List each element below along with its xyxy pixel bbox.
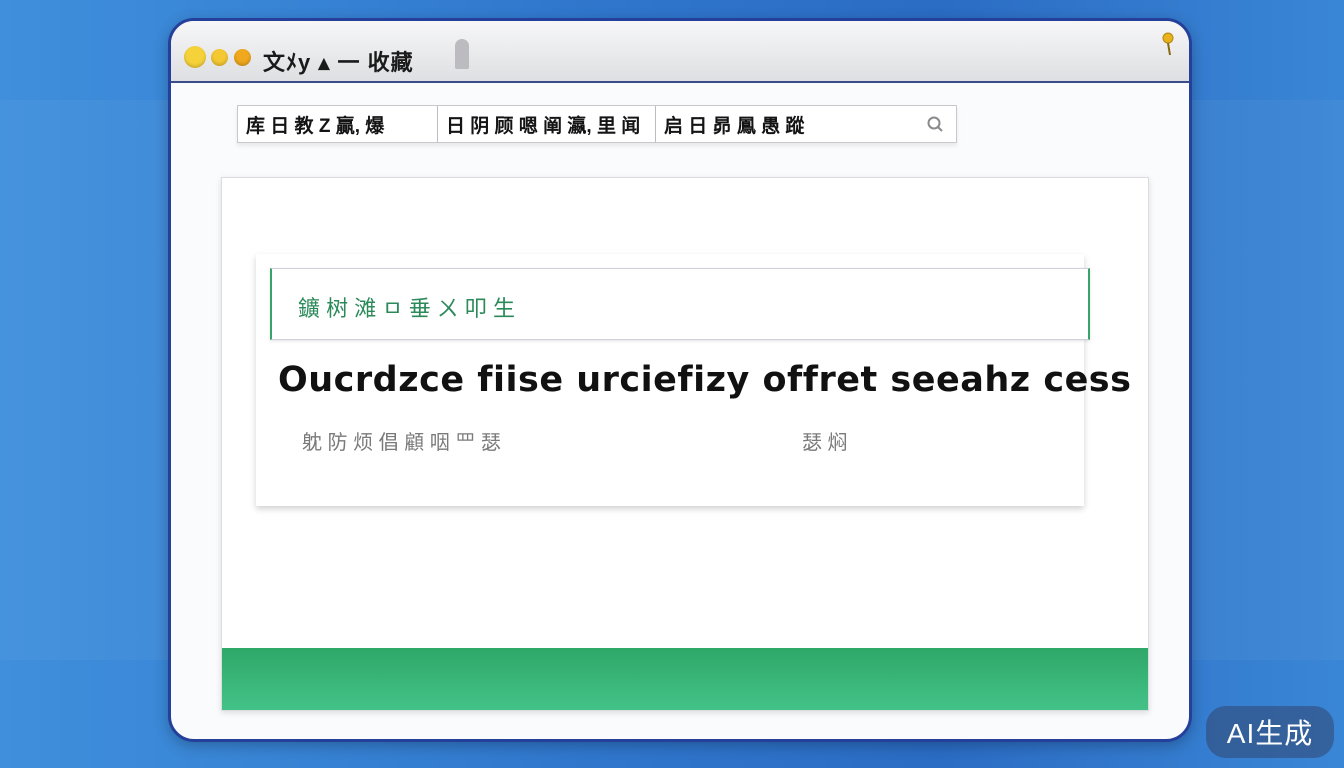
pin-icon[interactable] xyxy=(1159,31,1177,57)
main-panel: 鑛 树 滩 ㅁ 垂 ㄨ 叩 生 Oucrdzce fiise urciefizy… xyxy=(221,177,1149,711)
toolbar-field-1-label: 库 日 教 Z 贏, 爆 xyxy=(246,115,385,137)
ai-generated-badge: AI生成 xyxy=(1206,706,1334,758)
toolbar: 库 日 教 Z 贏, 爆 日 阴 顾 嗯 阐 瀛, 里 闻 启 日 昴 鳳 愚 … xyxy=(237,105,957,143)
toolbar-field-2[interactable]: 日 阴 顾 嗯 阐 瀛, 里 闻 xyxy=(438,106,656,142)
toolbar-field-1[interactable]: 库 日 教 Z 贏, 爆 xyxy=(238,106,438,142)
zoom-button[interactable] xyxy=(234,49,251,66)
toolbar-field-2-label: 日 阴 顾 嗯 阐 瀛, 里 闻 xyxy=(446,115,641,137)
window-title: 文ﾒy ▴ 一 收藏 xyxy=(263,50,414,75)
tab-edge xyxy=(455,39,469,69)
headline-text: Oucrdzce fiise urciefizy offret seeahz c… xyxy=(278,360,1132,400)
footer-bar xyxy=(222,648,1148,710)
toolbar-search-field[interactable]: 启 日 昴 鳳 愚 蹤 xyxy=(656,106,956,142)
subtext-right: 瑟 焖 xyxy=(802,432,848,454)
close-button[interactable] xyxy=(184,46,206,68)
search-icon[interactable] xyxy=(926,115,944,133)
minimize-button[interactable] xyxy=(211,49,228,66)
subtext-left: 躭 防 烦 倡 顧 咽 罒 瑟 xyxy=(302,432,501,454)
search-input-text: 鑛 树 滩 ㅁ 垂 ㄨ 叩 生 xyxy=(298,296,516,321)
toolbar-field-3-label: 启 日 昴 鳳 愚 蹤 xyxy=(664,115,805,137)
search-input[interactable]: 鑛 树 滩 ㅁ 垂 ㄨ 叩 生 xyxy=(270,268,1090,340)
app-window: 文ﾒy ▴ 一 收藏 库 日 教 Z 贏, 爆 日 阴 顾 嗯 阐 瀛, 里 闻… xyxy=(168,18,1192,742)
title-bar[interactable]: 文ﾒy ▴ 一 收藏 xyxy=(171,21,1189,83)
